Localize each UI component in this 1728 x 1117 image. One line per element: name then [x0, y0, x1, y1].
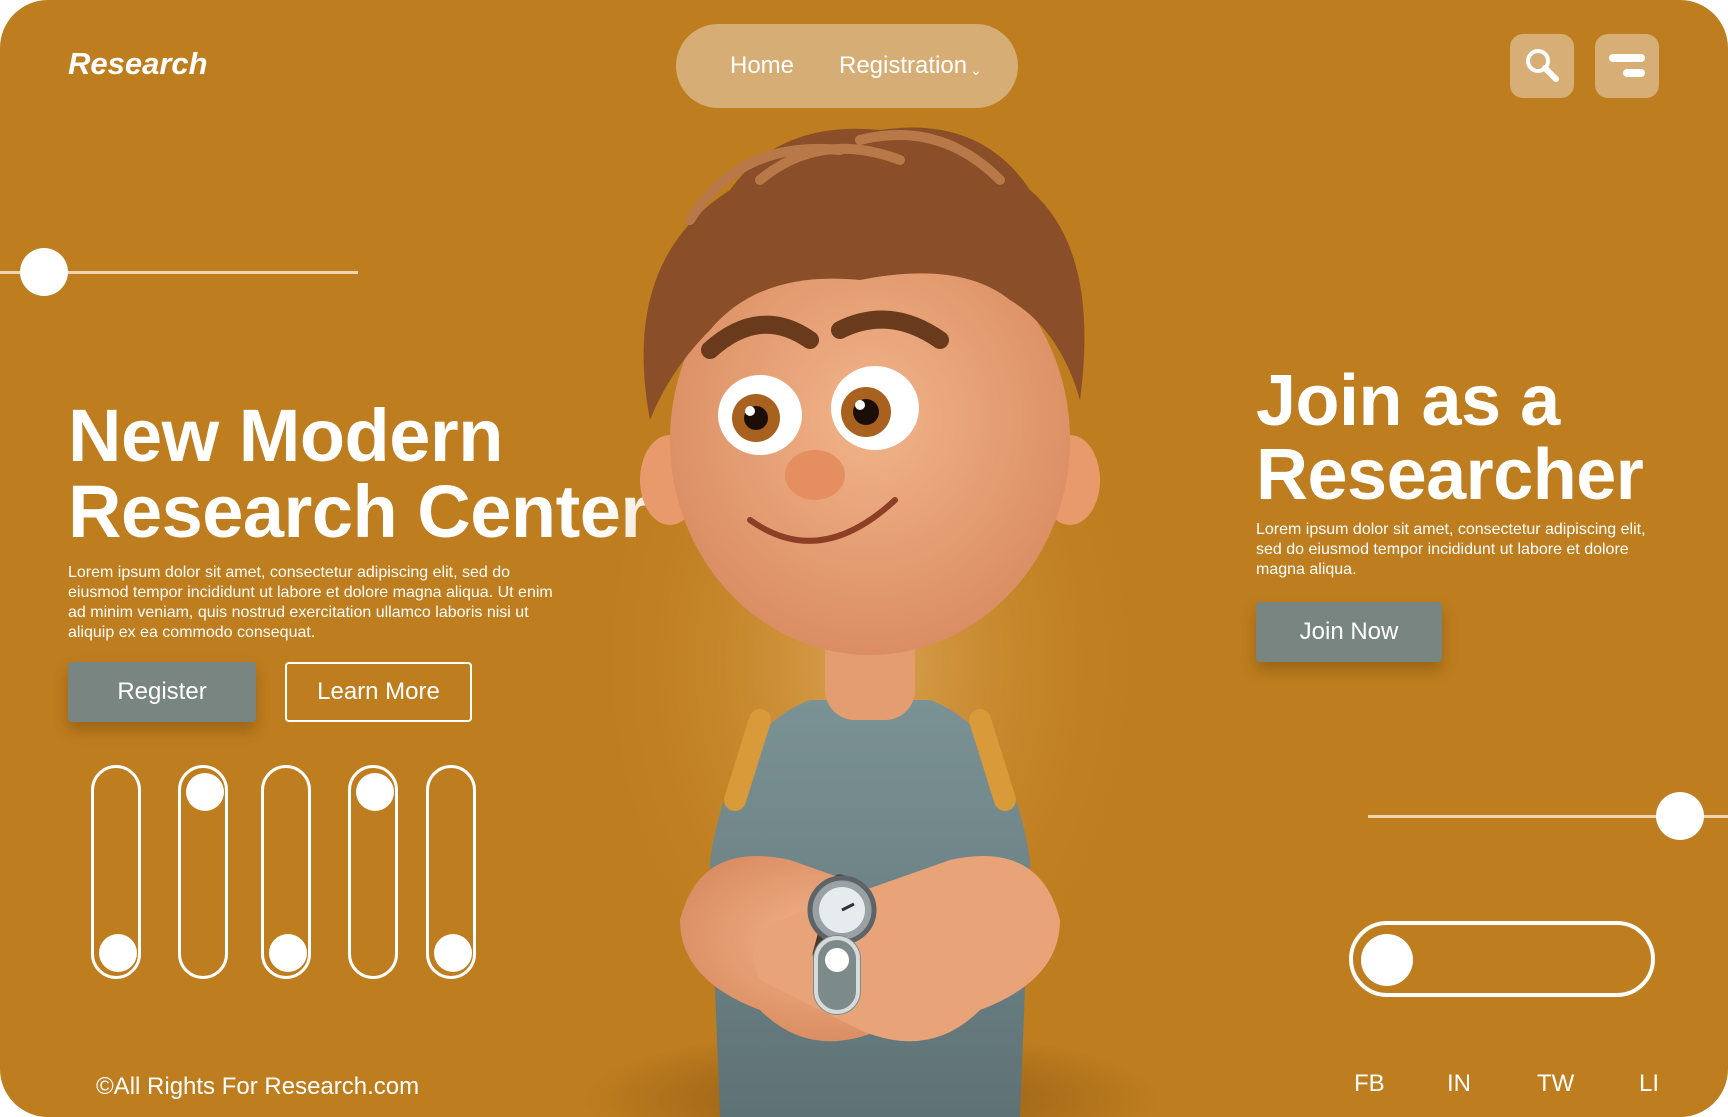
vertical-toggle-3[interactable] — [261, 765, 311, 979]
vertical-toggle-1[interactable] — [91, 765, 141, 979]
left-slider-handle[interactable] — [20, 248, 68, 296]
toggle-knob — [186, 773, 224, 811]
hero-description: Lorem ipsum dolor sit amet, consectetur … — [68, 564, 553, 641]
join-title: Join as a Researcher — [1256, 361, 1644, 515]
join-description: Lorem ipsum dolor sit amet, consectetur … — [1256, 521, 1646, 578]
character-illustration — [570, 127, 1170, 1117]
copyright-text: ©All Rights For Research.com — [96, 1073, 420, 1100]
social-link-tw[interactable]: TW — [1537, 1070, 1574, 1098]
horizontal-toggle[interactable] — [1349, 921, 1655, 997]
toggle-knob — [269, 934, 307, 972]
nav-registration-dropdown[interactable]: Registration ⌄ — [839, 52, 982, 80]
join-title-line-2: Researcher — [1256, 435, 1644, 515]
right-slider-handle[interactable] — [1656, 792, 1704, 840]
landing-page: Research Home Registration ⌄ New Modern R… — [0, 0, 1728, 1117]
search-icon — [1526, 49, 1559, 82]
nav-registration-label: Registration — [839, 52, 968, 79]
nav-home-link[interactable]: Home — [730, 52, 794, 80]
main-nav: Home Registration ⌄ — [676, 24, 1018, 108]
toggle-knob — [99, 934, 137, 972]
social-link-li[interactable]: LI — [1639, 1070, 1659, 1098]
vertical-toggle-2[interactable] — [178, 765, 228, 979]
vertical-toggle-4[interactable] — [348, 765, 398, 979]
social-link-in[interactable]: IN — [1447, 1070, 1471, 1098]
toggle-knob — [1361, 934, 1413, 986]
register-button[interactable]: Register — [68, 662, 256, 722]
brand-logo[interactable]: Research — [68, 46, 208, 82]
learn-more-button[interactable]: Learn More — [285, 662, 472, 722]
chevron-down-icon: ⌄ — [970, 62, 982, 78]
hero-title-line-1: New Modern — [68, 394, 503, 477]
join-title-line-1: Join as a — [1256, 361, 1560, 441]
join-now-button[interactable]: Join Now — [1256, 602, 1442, 662]
search-button[interactable] — [1510, 34, 1574, 98]
toggle-knob — [356, 773, 394, 811]
vertical-toggle-5[interactable] — [426, 765, 476, 979]
social-link-fb[interactable]: FB — [1354, 1070, 1385, 1098]
toggle-knob — [434, 934, 472, 972]
menu-button[interactable] — [1595, 34, 1659, 98]
